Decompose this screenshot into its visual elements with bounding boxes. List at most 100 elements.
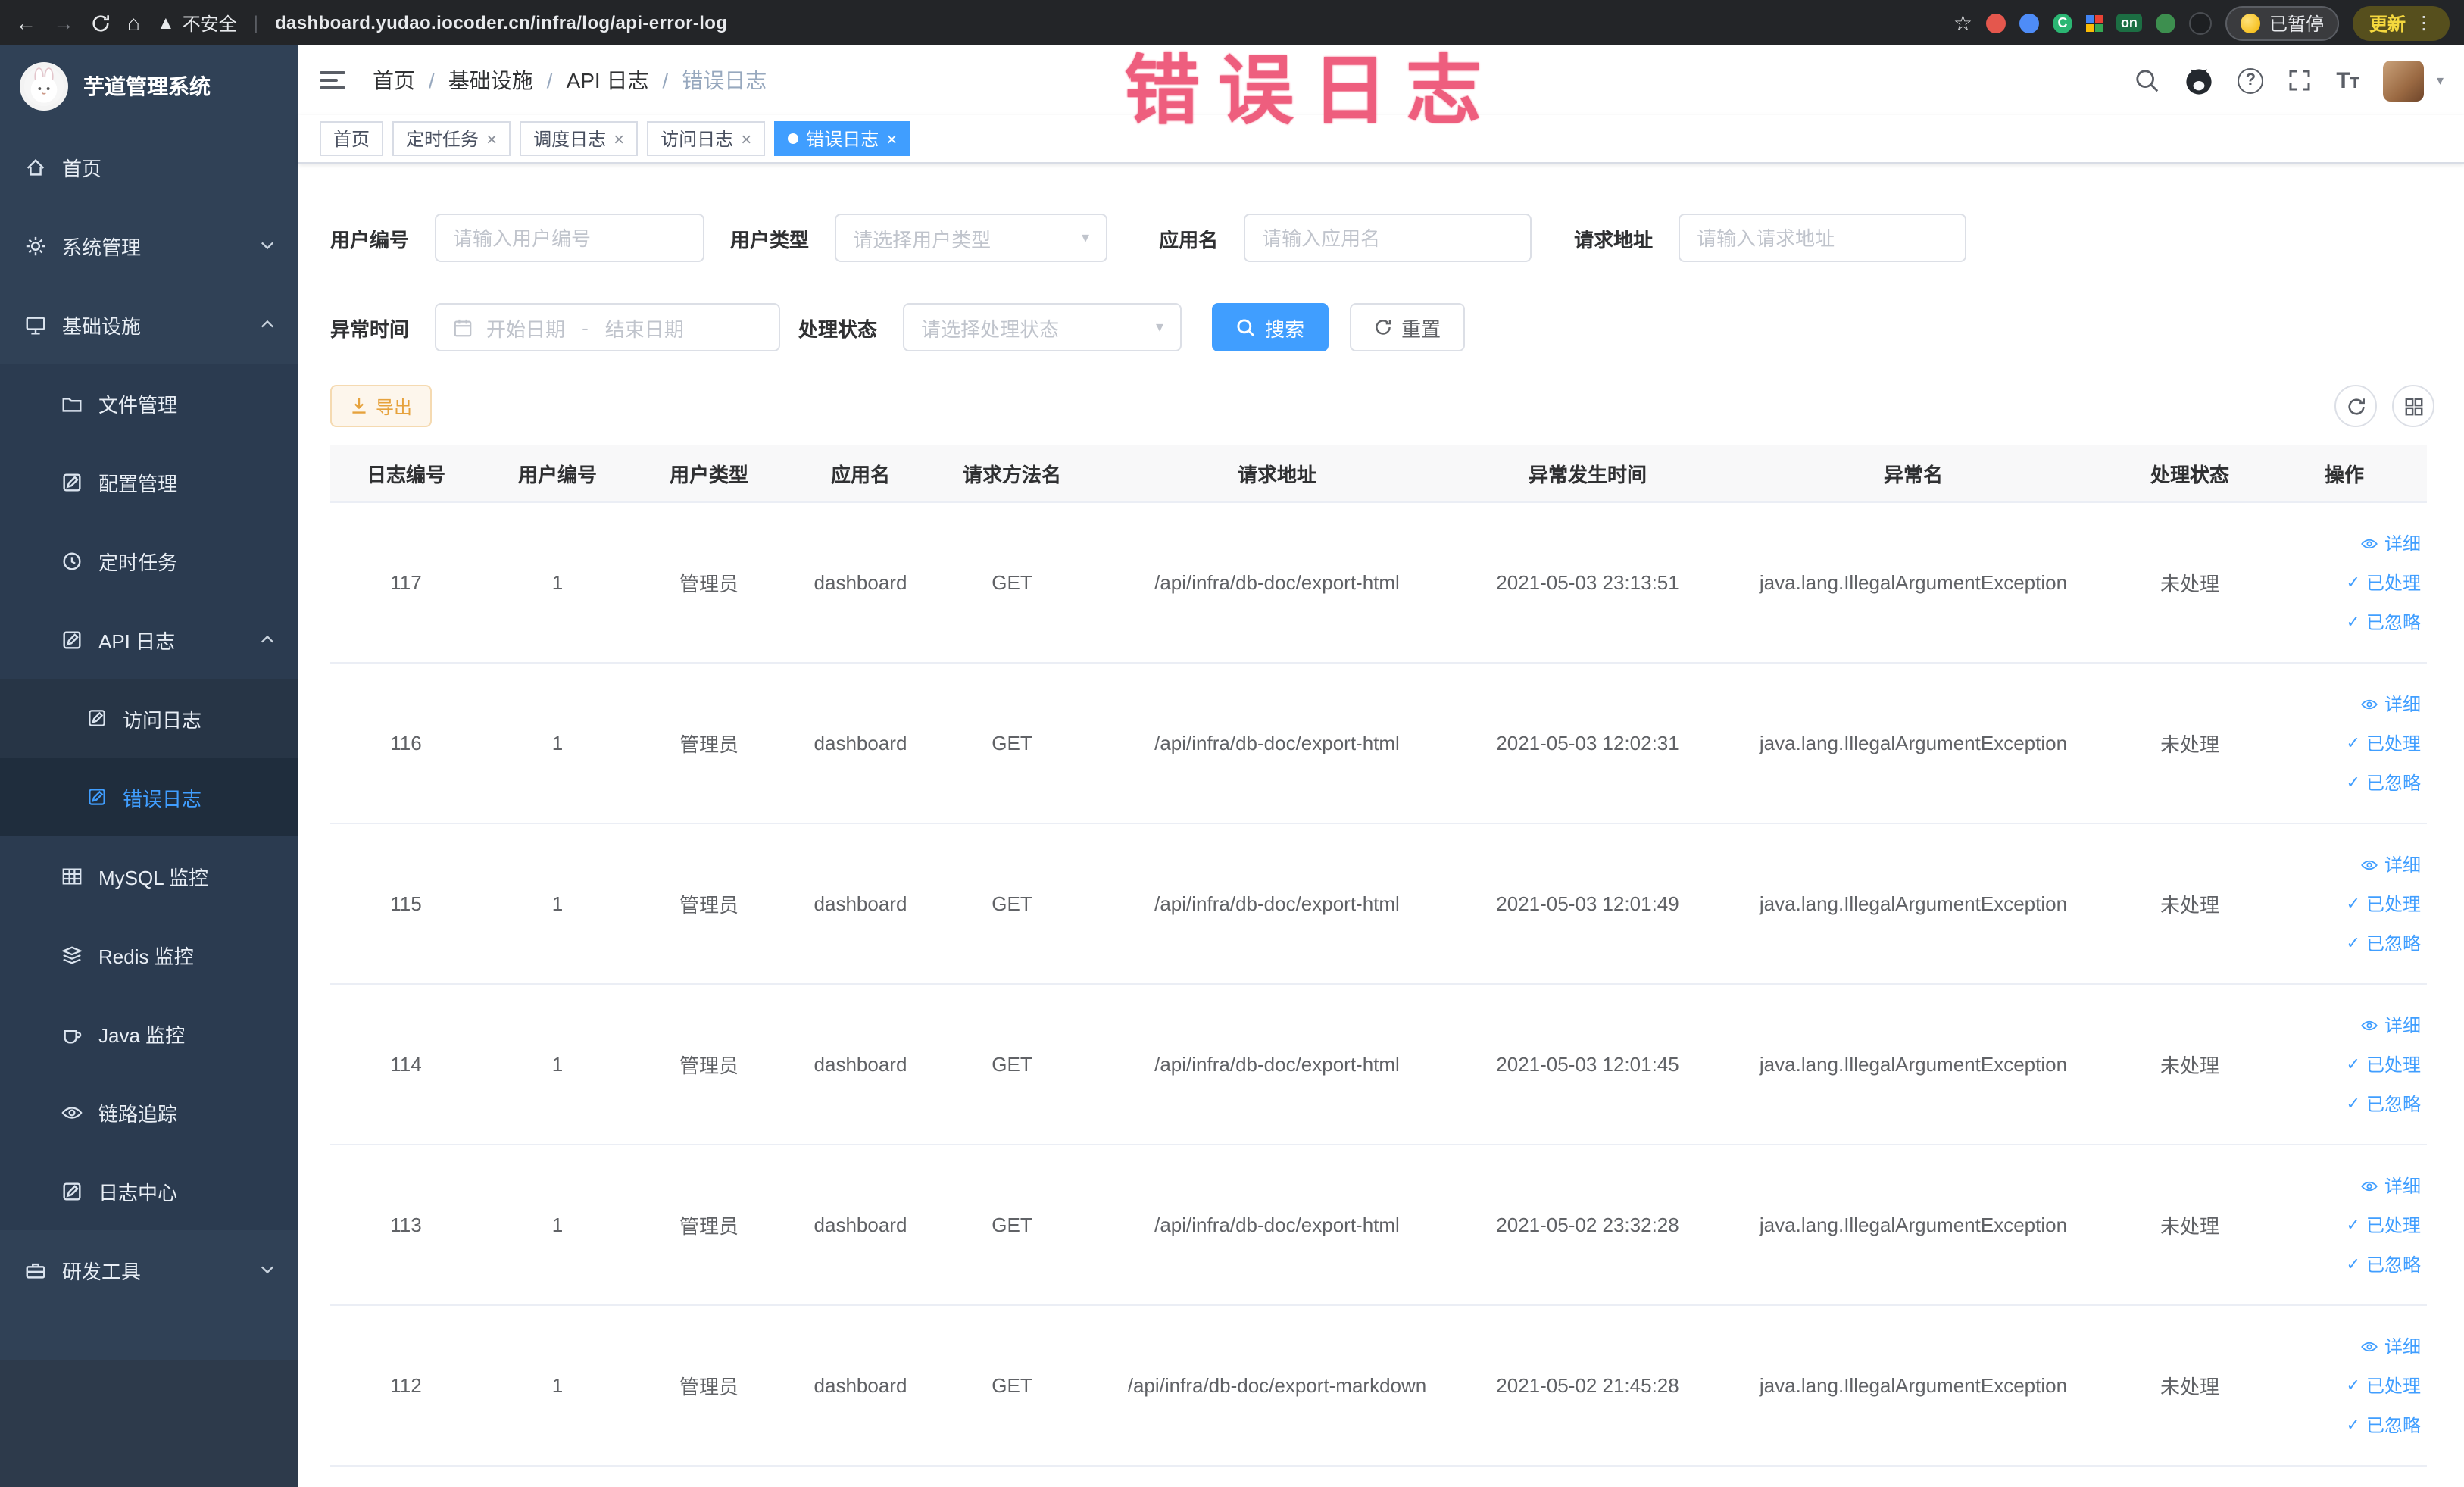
sidebar-item-link-tracing[interactable]: 链路追踪 <box>0 1073 298 1151</box>
sidebar-item-scheduled-tasks[interactable]: 定时任务 <box>0 521 298 600</box>
sidebar-item-config-management[interactable]: 配置管理 <box>0 442 298 521</box>
extension-icon[interactable] <box>2188 11 2212 34</box>
refresh-icon[interactable] <box>2334 385 2377 427</box>
sidebar-item-redis-monitor[interactable]: Redis 监控 <box>0 915 298 994</box>
sidebar-item-file-management[interactable]: 文件管理 <box>0 364 298 442</box>
breadcrumb-item[interactable]: 基础设施 <box>448 65 533 95</box>
search-button[interactable]: 搜索 <box>1212 303 1329 351</box>
sidebar-item-home[interactable]: 首页 <box>0 127 298 206</box>
mark-ignored-link[interactable]: ✓ 已忽略 <box>2268 1405 2421 1445</box>
github-icon[interactable] <box>2184 66 2213 95</box>
user-type-select[interactable]: 请选择用户类型 ▾ <box>835 214 1108 262</box>
user-id-input[interactable] <box>435 214 705 262</box>
export-button[interactable]: 导出 <box>330 385 433 427</box>
cell-request-url: /api/infra/db-doc/export-html <box>1088 984 1466 1145</box>
forward-icon[interactable]: → <box>53 12 74 33</box>
close-icon[interactable]: × <box>741 130 751 148</box>
date-range-picker[interactable]: 开始日期 - 结束日期 <box>435 303 781 351</box>
sidebar-item-dev-tools[interactable]: 研发工具 <box>0 1230 298 1309</box>
search-icon[interactable] <box>2135 67 2160 93</box>
cell-user-id: 1 <box>482 502 633 664</box>
back-icon[interactable]: ← <box>15 12 36 33</box>
sidebar-collapse-icon[interactable] <box>320 71 345 89</box>
tab-home[interactable]: 首页 <box>320 121 384 156</box>
reload-icon[interactable] <box>91 13 111 33</box>
extension-icon[interactable]: C <box>2052 13 2072 33</box>
sidebar-item-infrastructure[interactable]: 基础设施 <box>0 285 298 364</box>
extension-icon[interactable] <box>2155 13 2175 33</box>
mark-ignored-link[interactable]: ✓ 已忽略 <box>2268 763 2421 802</box>
reset-button[interactable]: 重置 <box>1350 303 1466 351</box>
breadcrumb-separator: / <box>662 68 669 92</box>
cell-process-status: 未处理 <box>2118 984 2262 1145</box>
sidebar-item-access-log[interactable]: 访问日志 <box>0 679 298 758</box>
detail-link[interactable]: 详细 <box>2268 523 2421 563</box>
close-icon[interactable]: × <box>614 130 624 148</box>
sidebar-item-log-center[interactable]: 日志中心 <box>0 1151 298 1230</box>
mark-ignored-link[interactable]: ✓ 已忽略 <box>2268 602 2421 642</box>
mark-ignored-link[interactable]: ✓ 已忽略 <box>2268 1245 2421 1284</box>
fullscreen-icon[interactable] <box>2288 68 2312 92</box>
mark-processed-link[interactable]: ✓ 已处理 <box>2268 1366 2421 1405</box>
mark-ignored-label: 已忽略 <box>2366 611 2421 633</box>
cell-request-url: /api/infra/db-doc/export-html <box>1088 1145 1466 1306</box>
user-avatar[interactable] <box>2383 60 2425 101</box>
tab-schedule-log[interactable]: 调度日志 × <box>520 121 639 156</box>
mark-processed-link[interactable]: ✓ 已处理 <box>2268 563 2421 602</box>
tab-scheduled-tasks[interactable]: 定时任务 × <box>392 121 511 156</box>
detail-link[interactable]: 详细 <box>2268 1005 2421 1045</box>
home-icon[interactable]: ⌂ <box>127 12 140 33</box>
cell-request-url: /api/infra/db-doc/export-html <box>1088 502 1466 664</box>
chevron-down-icon[interactable]: ▾ <box>2437 72 2444 89</box>
mark-processed-link[interactable]: ✓ 已处理 <box>2268 1205 2421 1245</box>
cell-request-url: /api/infra/db-doc/export-markdown <box>1088 1305 1466 1467</box>
mark-processed-link[interactable]: ✓ 已处理 <box>2268 884 2421 923</box>
mark-ignored-link[interactable]: ✓ 已忽略 <box>2268 1084 2421 1123</box>
tab-error-log[interactable]: 错误日志 × <box>774 121 911 156</box>
detail-link[interactable]: 详细 <box>2268 845 2421 884</box>
layers-icon <box>61 943 83 966</box>
mark-processed-link[interactable]: ✓ 已处理 <box>2268 723 2421 763</box>
sidebar-item-mysql-monitor[interactable]: MySQL 监控 <box>0 836 298 915</box>
browser-update-button[interactable]: 更新 ⋮ <box>2352 5 2450 40</box>
detail-link[interactable]: 详细 <box>2268 1166 2421 1205</box>
close-icon[interactable]: × <box>886 130 897 148</box>
breadcrumb-item[interactable]: API 日志 <box>567 65 649 95</box>
extension-icon[interactable] <box>1985 13 2006 33</box>
address-bar[interactable]: dashboard.yudao.iocoder.cn/infra/log/api… <box>275 12 727 33</box>
profile-paused-badge[interactable]: 已暂停 <box>2225 5 2339 40</box>
app-name-input[interactable] <box>1244 214 1532 262</box>
edit-square-icon <box>61 628 83 651</box>
sidebar-item-error-log[interactable]: 错误日志 <box>0 758 298 836</box>
column-settings-icon[interactable] <box>2392 385 2434 427</box>
request-url-input[interactable] <box>1679 214 1967 262</box>
table-row: 112 1 管理员 dashboard GET /api/infra/db-do… <box>330 1305 2427 1467</box>
check-icon: ✓ <box>2346 1255 2360 1273</box>
chevron-down-icon: ▾ <box>1156 319 1164 336</box>
gear-icon <box>24 234 47 257</box>
cell-log-id: 116 <box>330 663 482 824</box>
logo-row[interactable]: 芋道管理系统 <box>0 45 298 127</box>
extension-icon[interactable] <box>2019 13 2039 33</box>
sidebar-item-java-monitor[interactable]: Java 监控 <box>0 994 298 1073</box>
detail-link[interactable]: 详细 <box>2268 684 2421 723</box>
sidebar-item-label: 研发工具 <box>62 1260 142 1282</box>
extension-on-badge[interactable]: on <box>2116 14 2142 32</box>
sidebar-item-api-log[interactable]: API 日志 <box>0 600 298 679</box>
sidebar-item-system[interactable]: 系统管理 <box>0 206 298 285</box>
mark-processed-link[interactable]: ✓ 已处理 <box>2268 1045 2421 1084</box>
detail-link[interactable]: 详细 <box>2268 1326 2421 1366</box>
extension-icon[interactable] <box>2085 14 2103 31</box>
help-icon[interactable]: ? <box>2238 67 2264 93</box>
cell-user-id: 1 <box>482 1145 633 1306</box>
update-label: 更新 <box>2369 13 2406 34</box>
cell-app-name: dashboard <box>785 502 936 664</box>
tab-access-log[interactable]: 访问日志 × <box>647 121 766 156</box>
breadcrumb-item[interactable]: 首页 <box>373 65 415 95</box>
mark-ignored-link[interactable]: ✓ 已忽略 <box>2268 923 2421 963</box>
close-icon[interactable]: × <box>486 130 497 148</box>
process-status-select[interactable]: 请选择处理状态 ▾ <box>903 303 1182 351</box>
font-size-icon[interactable]: TT <box>2336 67 2359 93</box>
security-indicator[interactable]: ▲ 不安全 <box>157 10 237 36</box>
bookmark-star-icon[interactable]: ☆ <box>1953 12 1972 33</box>
